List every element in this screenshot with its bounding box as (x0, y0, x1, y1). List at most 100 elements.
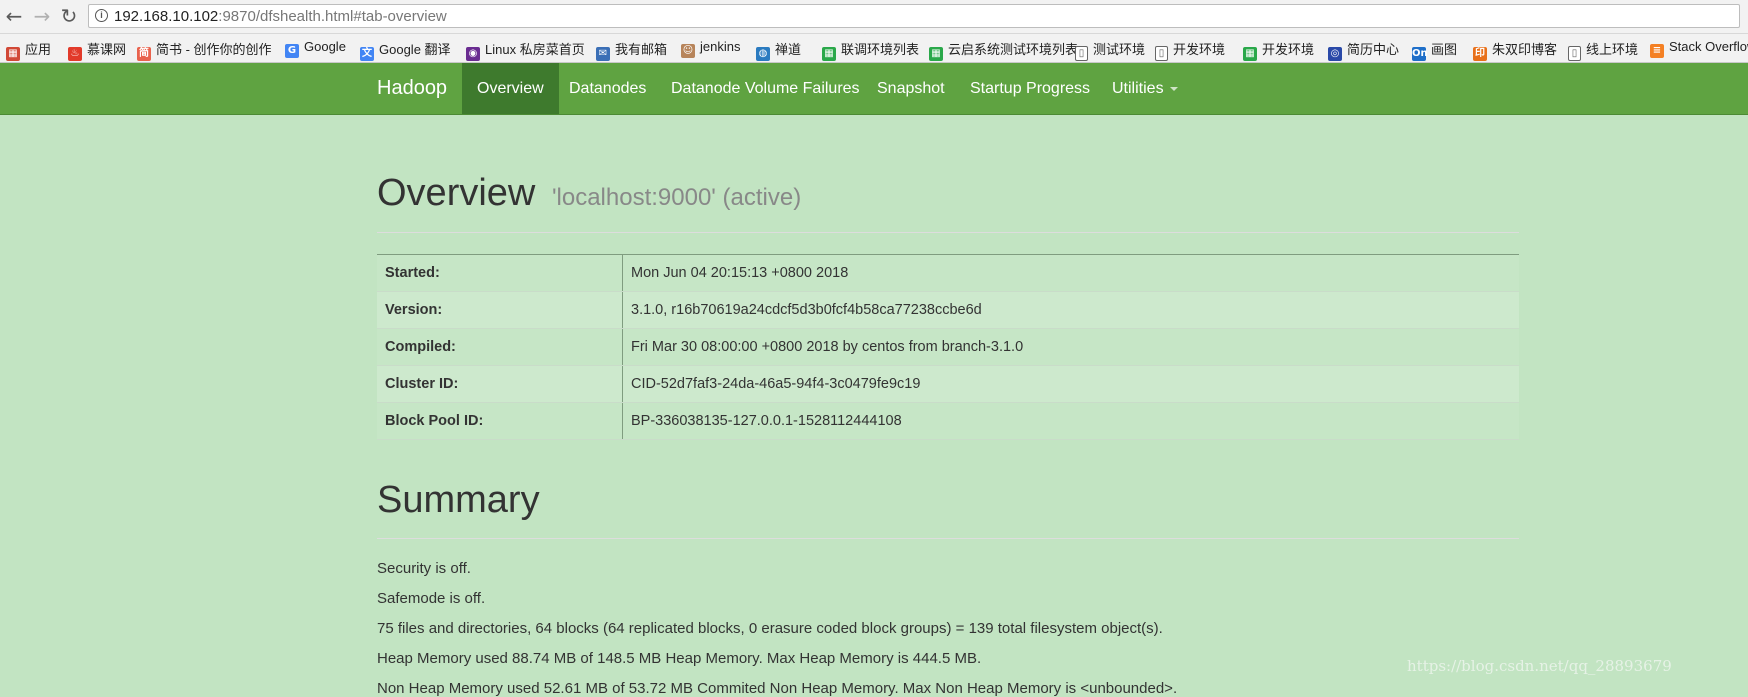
url-path: :9870/dfshealth.html#tab-overview (218, 8, 447, 25)
url-text[interactable]: 192.168.10.102:9870/dfshealth.html#tab-o… (114, 8, 447, 25)
jianshu-icon: 简 (137, 47, 151, 61)
watermark: https://blog.csdn.net/qq_28893679 (1407, 657, 1672, 675)
bookmark-label: 禅道 (775, 42, 802, 57)
bookmark-label: Google 翻译 (379, 42, 451, 57)
bookmark-item[interactable]: ▦ 云启系统测试环境列表 (929, 39, 1079, 61)
back-arrow-icon[interactable]: ← (2, 4, 26, 28)
bookmark-item[interactable]: ▯ 开发环境 (1155, 39, 1226, 61)
overview-heading: Overview 'localhost:9000' (active) (377, 172, 801, 215)
mail-icon: ✉ (596, 47, 610, 61)
overview-subtitle: 'localhost:9000' (active) (551, 184, 802, 211)
row-value: Fri Mar 30 08:00:00 +0800 2018 by centos… (622, 328, 1519, 366)
bookmark-item[interactable]: 文 Google 翻译 (360, 39, 451, 61)
row-key: Compiled: (377, 328, 623, 366)
row-value: CID-52d7faf3-24da-46a5-94f4-3c0479fe9c19 (622, 365, 1519, 403)
bookmark-label: jenkins (700, 39, 741, 54)
browser-toolbar: ← → ↻ i 192.168.10.102:9870/dfshealth.ht… (0, 0, 1748, 34)
caret-down-icon (1169, 86, 1178, 91)
grid-icon: ▦ (1243, 47, 1257, 61)
summary-divider (377, 538, 1519, 539)
bookmark-label: 慕课网 (87, 42, 127, 57)
overview-divider (377, 232, 1519, 233)
tab-snapshot[interactable]: Snapshot (877, 63, 945, 114)
summary-heap-memory: Heap Memory used 88.74 MB of 148.5 MB He… (377, 650, 982, 667)
row-value: 3.1.0, r16b70619a24cdcf5d3b0fcf4b58ca772… (622, 291, 1519, 329)
bookmark-label: 我有邮箱 (615, 42, 668, 57)
tab-startup-progress[interactable]: Startup Progress (970, 63, 1090, 114)
bookmark-label: Linux 私房菜首页 (485, 42, 585, 57)
tab-datanodes[interactable]: Datanodes (569, 63, 646, 114)
summary-heading: Summary (377, 479, 540, 521)
bookmark-label: 联调环境列表 (841, 42, 920, 57)
bookmark-label: 朱双印博客 (1492, 42, 1558, 57)
table-row: Started: Mon Jun 04 20:15:13 +0800 2018 (377, 254, 1519, 292)
row-value: Mon Jun 04 20:15:13 +0800 2018 (622, 254, 1519, 292)
linux-icon: ◉ (466, 47, 480, 61)
bookmark-item[interactable]: ◎ 简历中心 (1328, 39, 1400, 61)
tab-utilities[interactable]: Utilities (1112, 63, 1178, 114)
translate-icon: 文 (360, 47, 374, 61)
bookmark-label: 画图 (1431, 42, 1458, 57)
print-icon: 印 (1473, 47, 1487, 61)
bookmark-label: Google (304, 39, 346, 54)
table-row: Version: 3.1.0, r16b70619a24cdcf5d3b0fcf4… (377, 291, 1519, 329)
summary-security: Security is off. (377, 560, 471, 577)
tab-overview[interactable]: Overview (462, 63, 559, 114)
table-row: Block Pool ID: BP-336038135-127.0.0.1-152… (377, 402, 1519, 440)
page-icon: ▯ (1568, 46, 1581, 61)
summary-safemode: Safemode is off. (377, 590, 486, 607)
bookmark-item[interactable]: ☺ jenkins (681, 39, 741, 58)
grid-icon: ▦ (929, 47, 943, 61)
bookmark-label: 开发环境 (1262, 42, 1315, 57)
bookmark-item[interactable]: ◍ 禅道 (756, 39, 802, 61)
bookmark-item[interactable]: 印朱双印博客 (1473, 39, 1558, 61)
row-key: Started: (377, 254, 623, 292)
google-icon: G (285, 44, 299, 58)
bookmark-label: 线上环境 (1586, 42, 1639, 57)
address-bar[interactable]: i 192.168.10.102:9870/dfshealth.html#tab… (88, 4, 1740, 28)
bookmark-label: 测试环境 (1093, 42, 1146, 57)
overview-info-table: Started: Mon Jun 04 20:15:13 +0800 2018 Ve… (377, 254, 1519, 440)
row-key: Block Pool ID: (377, 402, 623, 440)
bookmark-item[interactable]: ✉ 我有邮箱 (596, 39, 668, 61)
reload-icon[interactable]: ↻ (57, 4, 81, 28)
bookmark-label: 云启系统测试环境列表 (948, 42, 1079, 57)
bookmark-label: 简历中心 (1347, 42, 1400, 57)
bookmarks-bar: ▦ 应用 ♨ 慕课网简简书 - 创作你的创作 G Google 文 Google 翻译 ◉ Lin… (0, 34, 1748, 63)
bookmark-item[interactable]: ◉ Linux 私房菜首页 (466, 39, 585, 61)
on-icon: On (1412, 47, 1428, 61)
summary-files: 75 files and directories, 64 blocks (64 … (377, 620, 1163, 637)
tab-datanode-volume-failures[interactable]: Datanode Volume Failures (671, 63, 860, 114)
summary-nonheap-memory: Non Heap Memory used 52.61 MB of 53.72 M… (377, 680, 1178, 697)
bookmark-item[interactable]: ▯ 测试环境 (1075, 39, 1146, 61)
resume-icon: ◎ (1328, 47, 1342, 61)
bookmark-item[interactable]: ≡ Stack Overflow (1650, 39, 1748, 58)
row-value: BP-336038135-127.0.0.1-1528112444108 (622, 402, 1519, 440)
bookmark-item[interactable]: ▦ 联调环境列表 (822, 39, 920, 61)
page-icon: ▯ (1075, 46, 1088, 61)
bookmark-item[interactable]: On 画图 (1412, 39, 1458, 61)
bookmark-item[interactable]: ▯ 线上环境 (1568, 39, 1639, 61)
bookmark-label: 开发环境 (1173, 42, 1226, 57)
url-host: 192.168.10.102 (114, 8, 219, 25)
bookmark-label: Stack Overflow (1669, 39, 1748, 54)
row-key: Version: (377, 291, 623, 329)
bookmark-item[interactable]: ▦ 开发环境 (1243, 39, 1315, 61)
globe-icon: ◍ (756, 47, 770, 61)
bookmark-label: 应用 (25, 42, 52, 57)
overview-title: Overview (377, 172, 536, 214)
forward-arrow-icon[interactable]: → (30, 4, 54, 28)
tab-utilities-label: Utilities (1112, 80, 1164, 97)
info-icon[interactable]: i (95, 9, 108, 22)
grid-icon: ▦ (822, 47, 836, 61)
jenkins-icon: ☺ (681, 44, 695, 58)
bookmark-item[interactable]: ♨ 慕课网 (68, 39, 127, 61)
bookmark-item[interactable]: G Google (285, 39, 346, 58)
table-row: Cluster ID: CID-52d7faf3-24da-46a5-94f4-3… (377, 365, 1519, 403)
bookmark-item[interactable]: 简简书 - 创作你的创作 (137, 39, 272, 61)
brand-link[interactable]: Hadoop (377, 77, 447, 100)
flame-icon: ♨ (68, 47, 82, 61)
bookmark-item[interactable]: ▦ 应用 (6, 39, 52, 61)
page-icon: ▯ (1155, 46, 1168, 61)
stack-icon: ≡ (1650, 44, 1664, 58)
